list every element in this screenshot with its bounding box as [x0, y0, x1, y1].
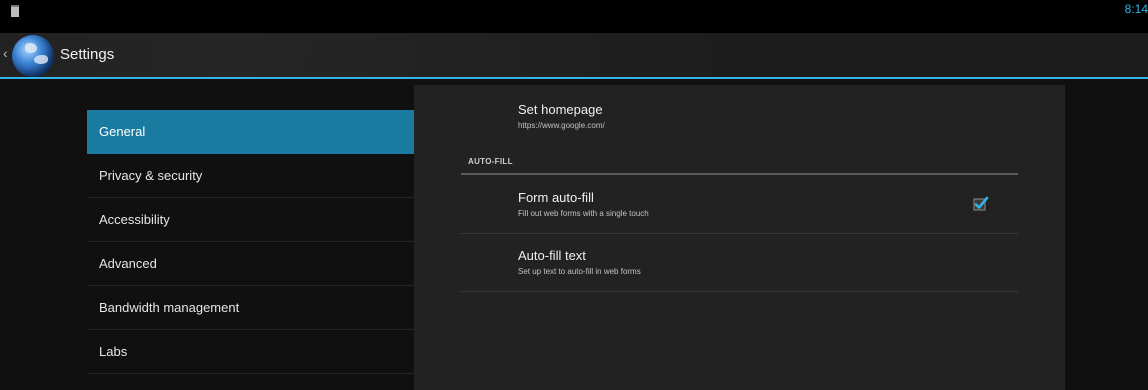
nav-item-label: Bandwidth management	[99, 300, 240, 315]
nav-item-label: Accessibility	[99, 212, 170, 227]
preferences-panel: Set homepage https://www.google.com/ AUT…	[414, 85, 1065, 390]
nav-item-privacy-security[interactable]: Privacy & security	[87, 154, 414, 198]
form-autofill-checkbox[interactable]	[973, 196, 989, 212]
pref-title: Auto-fill text	[518, 248, 586, 263]
sd-card-icon	[11, 5, 19, 17]
status-bar: 8:14	[0, 0, 1148, 33]
page-title: Settings	[60, 46, 115, 63]
set-homepage-pref[interactable]: Set homepage https://www.google.com/	[518, 102, 605, 130]
row-divider	[461, 233, 1018, 234]
nav-item-label: Labs	[99, 344, 128, 359]
pref-title: Set homepage	[518, 102, 603, 117]
category-divider	[461, 173, 1018, 175]
nav-item-labs[interactable]: Labs	[87, 330, 414, 374]
action-bar	[0, 33, 1148, 77]
nav-item-general[interactable]: General	[87, 110, 414, 154]
nav-item-label: Advanced	[99, 256, 157, 271]
pref-summary: https://www.google.com/	[518, 121, 605, 130]
pref-summary: Set up text to auto-fill in web forms	[518, 267, 641, 276]
clock: 8:14	[1124, 2, 1148, 16]
pref-title: Form auto-fill	[518, 190, 594, 205]
pref-summary: Fill out web forms with a single touch	[518, 209, 649, 218]
autofill-text-pref[interactable]: Auto-fill text Set up text to auto-fill …	[518, 248, 641, 276]
nav-item-advanced[interactable]: Advanced	[87, 242, 414, 286]
globe-icon[interactable]	[12, 35, 54, 77]
nav-item-accessibility[interactable]: Accessibility	[87, 198, 414, 242]
category-header: AUTO-FILL	[468, 157, 513, 166]
nav-item-label: Privacy & security	[99, 168, 203, 183]
form-autofill-pref[interactable]: Form auto-fill Fill out web forms with a…	[518, 190, 649, 218]
nav-item-label: General	[99, 124, 146, 139]
up-chevron-icon[interactable]: ‹	[3, 46, 8, 60]
nav-item-bandwidth-management[interactable]: Bandwidth management	[87, 286, 414, 330]
row-divider	[461, 291, 1018, 292]
settings-nav: General Privacy & security Accessibility…	[87, 110, 414, 374]
